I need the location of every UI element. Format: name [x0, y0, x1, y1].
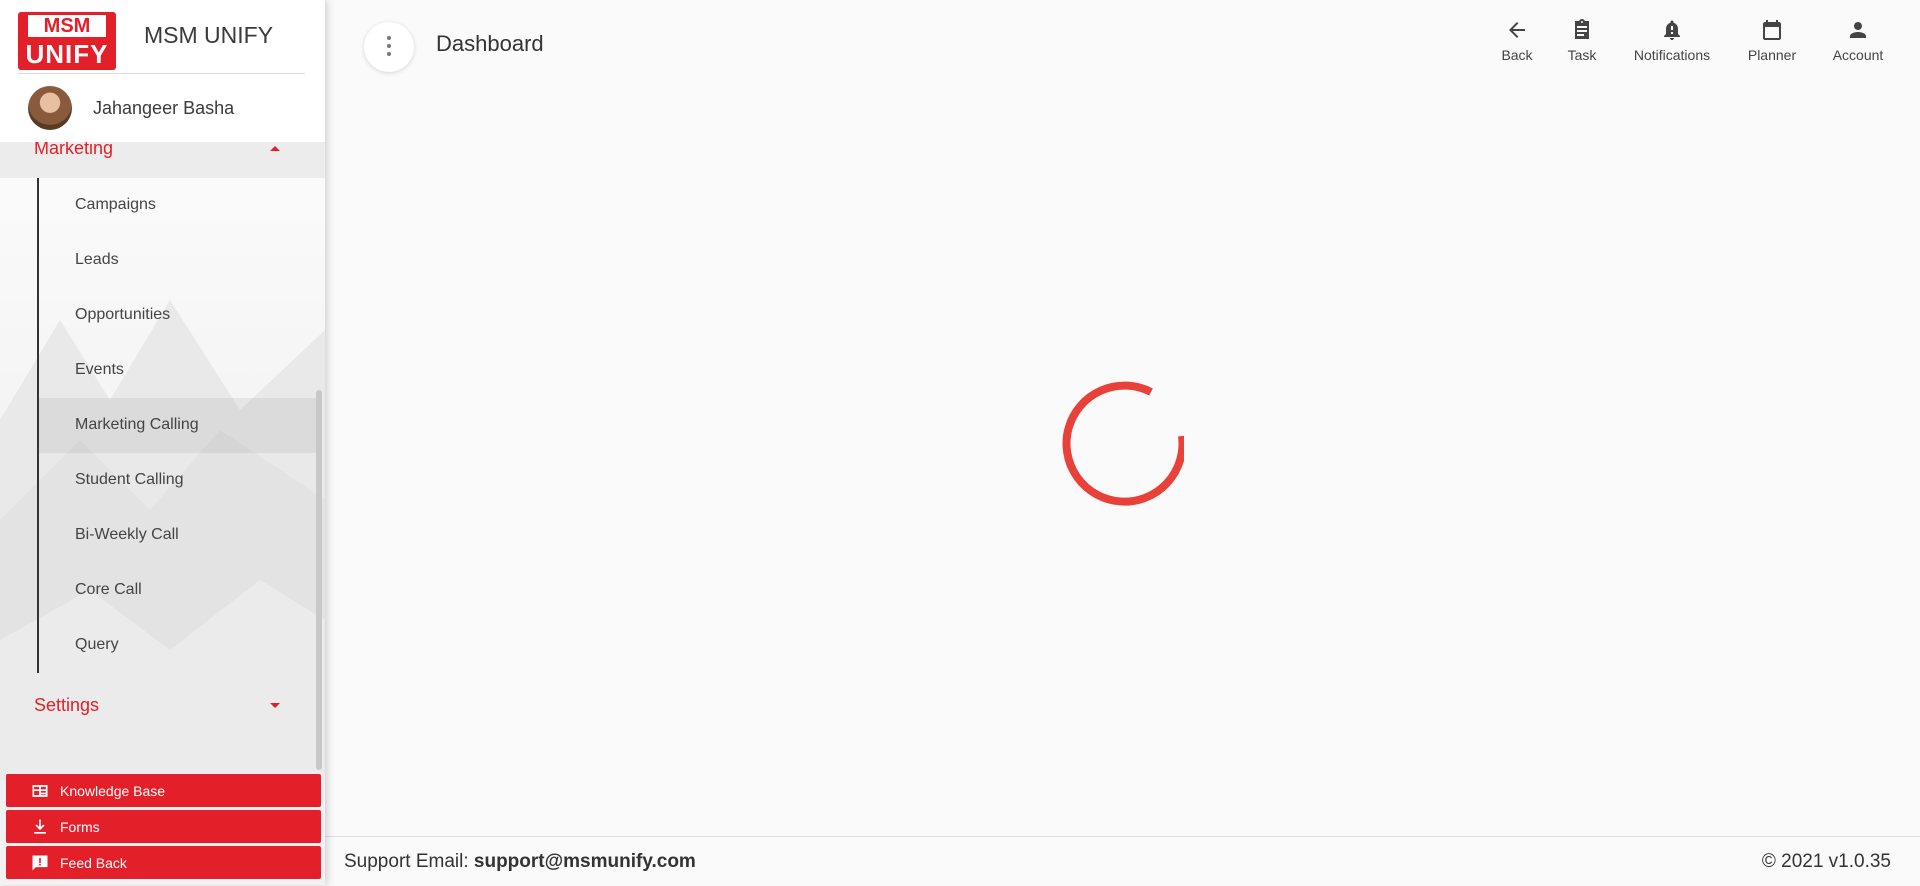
calendar-icon	[1763, 20, 1781, 40]
more-vert-icon-dot	[387, 44, 391, 48]
bell-icon	[1664, 20, 1680, 40]
sidebar-item-events[interactable]: Events	[39, 343, 317, 398]
user-profile[interactable]: Jahangeer Basha	[0, 74, 325, 142]
page-title: Dashboard	[436, 31, 544, 56]
sidebar-item-student-calling[interactable]: Student Calling	[39, 453, 317, 508]
sidebar-item-core-call[interactable]: Core Call	[39, 563, 317, 618]
knowledge-base-icon	[32, 785, 48, 797]
support-email-link[interactable]: support@msmunify.com	[474, 851, 696, 872]
sidebar-item-campaigns[interactable]: Campaigns	[39, 178, 317, 233]
loading-spinner	[1062, 381, 1184, 506]
more-options-button[interactable]	[364, 22, 414, 72]
nav-task[interactable]: Task	[1557, 18, 1607, 68]
nav-notifications[interactable]: Notifications	[1627, 18, 1717, 68]
footer: Support Email: support@msmunify.com © 20…	[325, 836, 1920, 886]
sidebar-section-settings[interactable]: Settings	[34, 695, 99, 716]
sidebar-item-query[interactable]: Query	[39, 618, 317, 673]
avatar[interactable]	[28, 86, 72, 130]
sidebar-scrollbar[interactable]	[316, 390, 322, 770]
user-name: Jahangeer Basha	[93, 98, 235, 118]
sidebar: MSM UNIFY MSM UNIFY Jahangeer Basha Mark…	[0, 0, 325, 885]
sidebar-item-bi-weekly-call[interactable]: Bi-Weekly Call	[39, 508, 317, 563]
download-icon	[34, 819, 46, 834]
person-icon	[1850, 22, 1866, 38]
more-vert-icon-dot	[387, 52, 391, 56]
logo-bottom-text: UNIFY	[25, 39, 109, 69]
nav-back[interactable]: Back	[1492, 18, 1542, 68]
forms-button[interactable]: Forms	[6, 810, 321, 843]
feed-back-button[interactable]: Feed Back	[6, 846, 321, 879]
sidebar-item-marketing-calling[interactable]: Marketing Calling	[39, 398, 317, 453]
feedback-icon	[32, 855, 48, 871]
more-vert-icon	[387, 36, 391, 40]
msm-unify-logo[interactable]: MSM UNIFY	[18, 12, 116, 70]
support-email: Support Email: support@msmunify.com	[344, 851, 696, 873]
brand-name: MSM UNIFY	[144, 22, 274, 48]
nav-planner[interactable]: Planner	[1742, 18, 1802, 68]
sidebar-menu: Marketing Campaigns Leads Opportunities …	[0, 138, 325, 673]
version-text: © 2021 v1.0.35	[1761, 851, 1891, 872]
knowledge-base-button[interactable]: Knowledge Base	[6, 774, 321, 807]
logo-top-text: MSM	[28, 15, 106, 37]
clipboard-icon	[1575, 19, 1589, 39]
sidebar-section-marketing[interactable]: Marketing	[0, 138, 325, 178]
sidebar-item-leads[interactable]: Leads	[39, 233, 317, 288]
brand-header: MSM UNIFY MSM UNIFY	[0, 0, 325, 74]
sidebar-item-opportunities[interactable]: Opportunities	[39, 288, 317, 343]
chevron-up-icon	[270, 146, 280, 151]
arrow-back-icon	[1509, 22, 1525, 38]
support-label: Support Email:	[344, 851, 469, 872]
nav-account[interactable]: Account	[1826, 18, 1890, 68]
chevron-down-icon	[270, 703, 280, 708]
